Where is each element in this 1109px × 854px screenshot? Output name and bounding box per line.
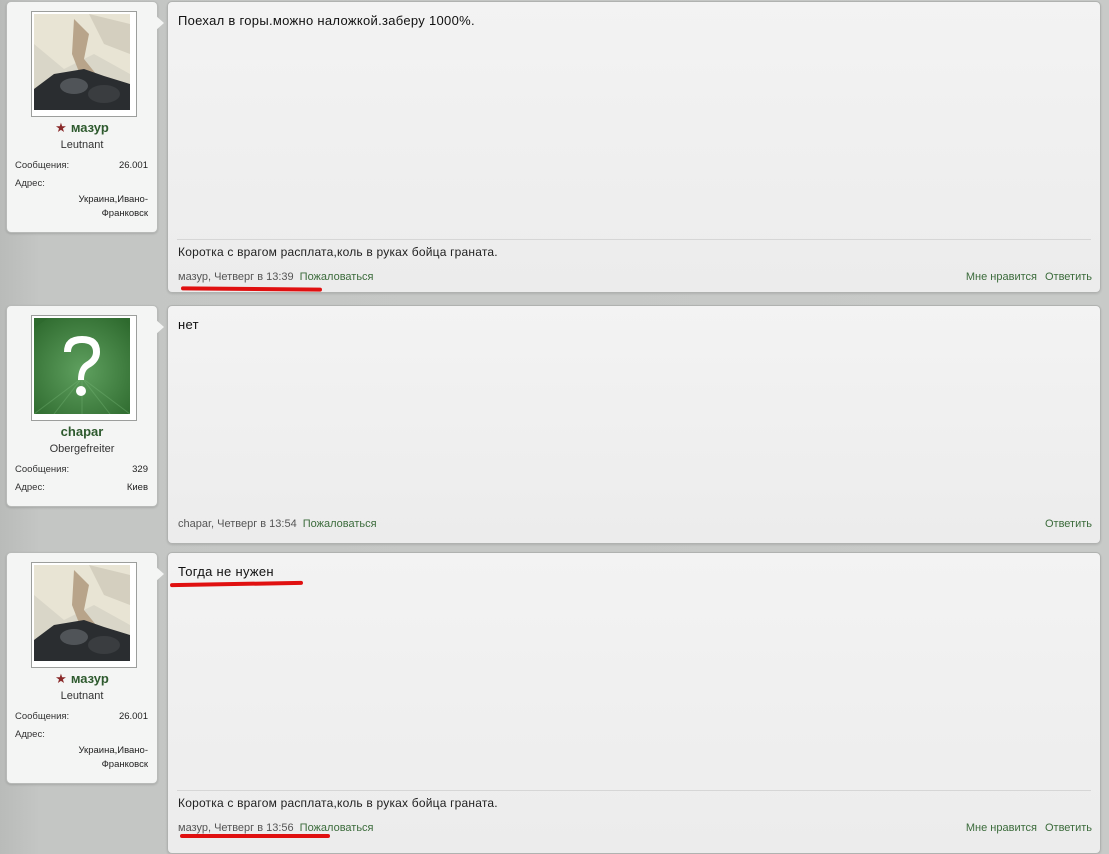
avatar[interactable] — [31, 562, 137, 668]
username[interactable]: ★ мазур — [7, 671, 157, 687]
address-value: Украина,Ивано- — [78, 194, 148, 205]
user-info-panel: ★ мазур Leutnant Сообщения: 26.001 Адрес:… — [6, 1, 158, 233]
address-value: Украина,Ивано- — [78, 745, 148, 756]
post-meta: мазур, Четверг в 13:56 Пожаловаться — [178, 822, 374, 834]
reply-link[interactable]: Ответить — [1045, 518, 1092, 530]
messages-label: Сообщения: — [15, 464, 70, 475]
report-link[interactable]: Пожаловаться — [303, 518, 377, 530]
post-actions: Мне нравится Ответить — [958, 271, 1092, 283]
address-label: Адрес: — [15, 729, 45, 740]
username[interactable]: chapar — [7, 424, 157, 439]
speech-arrow — [155, 566, 164, 582]
message-text: Тогда не нужен — [178, 564, 274, 579]
address-value: Киев — [126, 482, 148, 493]
signature: Коротка с врагом расплата,коль в руках б… — [178, 245, 498, 259]
username[interactable]: ★ мазур — [7, 120, 157, 136]
post-actions: Мне нравится Ответить — [958, 822, 1092, 834]
messages-count: 26.001 — [118, 711, 148, 722]
messages-count: 329 — [132, 464, 148, 475]
signature-divider — [177, 790, 1091, 791]
messages-count: 26.001 — [118, 160, 148, 171]
speech-arrow — [155, 15, 164, 31]
signature-divider — [177, 239, 1091, 240]
post-author-date[interactable]: chapar, Четверг в 13:54 — [178, 518, 297, 530]
address-value-line2: Франковск — [101, 208, 148, 219]
user-info-panel: chapar Obergefreiter Сообщения: 329 Адре… — [6, 305, 158, 507]
post-author-date[interactable]: мазур, Четверг в 13:56 — [178, 822, 294, 834]
rank-star-icon: ★ — [55, 120, 67, 135]
post-meta: chapar, Четверг в 13:54 Пожаловаться — [178, 518, 377, 530]
post-meta: мазур, Четверг в 13:39 Пожаловаться — [178, 271, 374, 283]
signature: Коротка с врагом расплата,коль в руках б… — [178, 796, 498, 810]
avatar[interactable] — [31, 11, 137, 117]
report-link[interactable]: Пожаловаться — [300, 822, 374, 834]
messages-label: Сообщения: — [15, 160, 70, 171]
address-label: Адрес: — [15, 482, 45, 493]
message-box: Поехал в горы.можно наложкой.заберу 1000… — [167, 1, 1101, 293]
post-actions: Ответить — [1037, 518, 1092, 530]
messages-label: Сообщения: — [15, 711, 70, 722]
message-box: Тогда не нужен Коротка с врагом расплата… — [167, 552, 1101, 854]
message-text: Поехал в горы.можно наложкой.заберу 1000… — [178, 13, 475, 28]
user-rank: Leutnant — [60, 139, 104, 151]
address-label: Адрес: — [15, 178, 45, 189]
report-link[interactable]: Пожаловаться — [300, 271, 374, 283]
post-author-date[interactable]: мазур, Четверг в 13:39 — [178, 271, 294, 283]
red-underline-annotation — [180, 834, 330, 838]
rank-star-icon: ★ — [55, 671, 67, 686]
speech-arrow — [155, 319, 164, 335]
reply-link[interactable]: Ответить — [1045, 822, 1092, 834]
message-text: нет — [178, 317, 199, 332]
user-rank: Leutnant — [60, 690, 104, 702]
like-link[interactable]: Мне нравится — [966, 271, 1037, 283]
message-box: нет chapar, Четверг в 13:54 Пожаловаться … — [167, 305, 1101, 544]
user-rank: Obergefreiter — [49, 443, 115, 455]
like-link[interactable]: Мне нравится — [966, 822, 1037, 834]
avatar[interactable] — [31, 315, 137, 421]
user-info-panel: ★ мазур Leutnant Сообщения: 26.001 Адрес:… — [6, 552, 158, 784]
reply-link[interactable]: Ответить — [1045, 271, 1092, 283]
address-value-line2: Франковск — [101, 759, 148, 770]
